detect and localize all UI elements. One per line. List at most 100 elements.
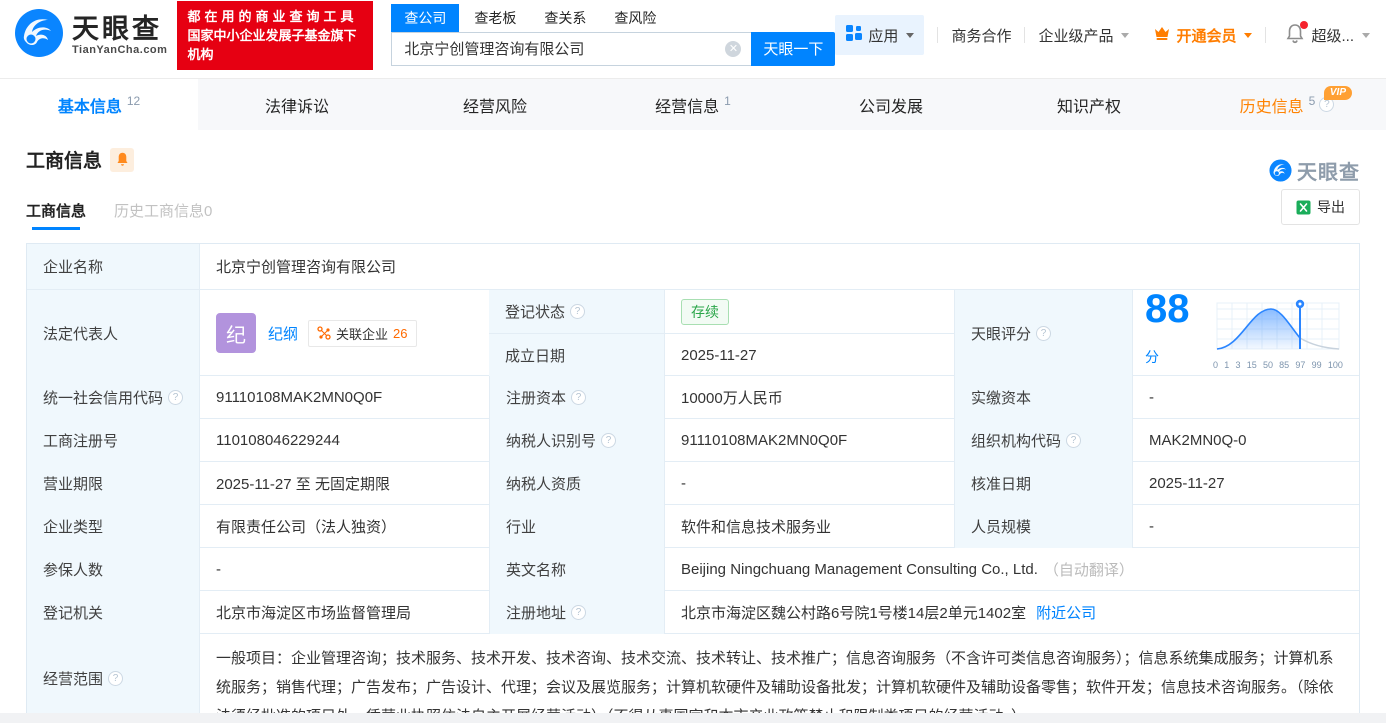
tab-intellectual-property[interactable]: 知识产权 [990,79,1188,130]
nav-account-label: 超级... [1311,27,1354,45]
subtab-business-info[interactable]: 工商信息 [26,200,86,230]
help-icon[interactable]: ? [1036,325,1052,341]
field-label: 登记机关 [27,591,199,634]
table-row: 参保人数 - 英文名称 Beijing Ningchuang Managemen… [27,547,1359,591]
tab-basic-info[interactable]: 基本信息 12 [0,79,198,130]
search-input[interactable] [391,31,752,66]
search-button[interactable]: 天眼一下 [751,31,836,66]
field-label: 注册资本 [506,390,567,407]
legal-rep-link[interactable]: 纪纲 [268,323,298,344]
slogan-banner: 都在用的商业查询工具 国家中小企业发展子基金旗下机构 [177,0,374,70]
tab-history-info[interactable]: 历史信息 5 ? VIP [1188,79,1386,130]
established-date-value: 2025-11-27 [664,334,954,377]
tianyancha-swirl-icon [1269,159,1292,182]
search-tab-boss[interactable]: 查老板 [461,4,529,32]
tab-company-development[interactable]: 公司发展 [792,79,990,130]
score-cell: 88分 0 1 3 15 50 85 97 99 100 [1132,287,1359,376]
nav-open-membership-label: 开通会员 [1176,27,1237,45]
related-companies-label: 关联企业 [336,326,389,342]
registered-address-cell: 北京市海淀区魏公村路6号院1号楼14层2单元1402室 附近公司 [664,591,1359,634]
field-label: 组织机构代码 [971,433,1062,450]
nearby-companies-link[interactable]: 附近公司 [1036,602,1096,623]
tab-legal-litigation[interactable]: 法律诉讼 [198,79,396,130]
excel-icon [1296,200,1311,214]
table-row: 登记机关 北京市海淀区市场监督管理局 注册地址 ? 北京市海淀区魏公村路6号院1… [27,590,1359,634]
tianyancha-logo[interactable]: 天眼查 TianYanCha.com [14,8,167,63]
section-title: 工商信息 [26,151,103,172]
notification-bell-icon[interactable] [1285,20,1309,48]
taxpayer-id-value: 91110108MAK2MN0Q0F [664,419,954,462]
chevron-down-icon [1362,32,1370,38]
field-label: 企业名称 [27,244,199,289]
help-icon[interactable]: ? [601,433,617,448]
tab-label: 公司发展 [858,98,923,116]
help-icon[interactable]: ? [571,390,587,405]
table-row: 营业期限 2025-11-27 至 无固定期限 纳税人资质 - 核准日期 202… [27,461,1359,505]
brand-name: 天眼查 [72,14,162,44]
tab-count: 1 [724,93,731,108]
field-label: 注册地址 [506,605,567,622]
field-label: 人员规模 [954,505,1132,548]
table-row: 经营范围 ? 一般项目：企业管理咨询；技术服务、技术开发、技术咨询、技术交流、技… [27,633,1359,723]
business-info-table: 企业名称 北京宁创管理咨询有限公司 法定代表人 纪 纪纲 关联企业 26 登记状… [26,243,1360,723]
auto-translate-note: （自动翻译） [1043,562,1134,579]
nav-apps[interactable]: 应用 [835,15,925,55]
search-tab-risk[interactable]: 查风险 [601,4,669,32]
chevron-down-icon [1244,32,1253,38]
tianyancha-swirl-icon [14,8,64,63]
subscribe-bell-icon[interactable] [110,147,135,172]
field-label: 行业 [489,505,664,548]
export-label: 导出 [1317,199,1345,215]
nav-open-membership[interactable]: 开通会员 [1153,25,1253,46]
help-icon[interactable]: ? [570,304,586,319]
help-icon[interactable]: ? [571,605,587,620]
score-value: 88分 [1145,287,1190,365]
help-icon[interactable]: ? [168,390,183,405]
help-icon[interactable]: ? [108,670,124,686]
field-label-wrap: 登记状态 ? [489,290,664,333]
search-tab-relation[interactable]: 查关系 [531,4,599,32]
uscc-value: 91110108MAK2MN0Q0F [199,376,489,419]
avatar: 纪 [216,313,256,353]
tab-operation-info[interactable]: 经营信息 1 [594,79,792,130]
business-term-value: 2025-11-27 至 无固定期限 [199,462,489,505]
field-label: 成立日期 [489,334,664,377]
search-tabs: 查公司 查老板 查关系 查风险 [391,3,835,32]
slogan-line2: 国家中小企业发展子基金旗下机构 [187,27,357,62]
nav-enterprise[interactable]: 企业级产品 [1038,25,1130,46]
export-button[interactable]: 导出 [1281,189,1360,225]
tab-label: 知识产权 [1056,98,1121,116]
approval-date-value: 2025-11-27 [1132,462,1359,505]
nav-enterprise-label: 企业级产品 [1038,27,1114,45]
tab-count: 12 [126,93,141,108]
status-badge: 存续 [681,298,729,325]
related-companies-badge[interactable]: 关联企业 26 [308,319,417,347]
watermark-text: 天眼查 [1297,162,1360,184]
field-label-wrap: 统一社会信用代码 ? [27,376,199,419]
brand-domain: TianYanCha.com [72,44,168,56]
org-code-value: MAK2MN0Q-0 [1132,419,1359,462]
nav-cooperation[interactable]: 商务合作 [951,25,1011,46]
tab-label: 历史信息 [1239,98,1304,116]
tab-label: 经营信息 [655,98,720,116]
nav-account[interactable]: 超级... [1311,25,1370,46]
insured-count-value: - [199,548,489,591]
field-label-wrap: 注册地址 ? [489,591,664,634]
tab-operation-risk[interactable]: 经营风险 [396,79,594,130]
field-label: 法定代表人 [27,290,199,376]
registered-capital-value: 10000万人民币 [664,376,954,419]
clear-search-icon[interactable]: ✕ [725,40,742,57]
watermark-logo: 天眼查 [1269,156,1360,185]
chevron-down-icon [906,32,915,38]
field-label-wrap: 经营范围 ? [27,634,199,722]
help-icon[interactable]: ? [1066,433,1082,448]
field-label: 营业期限 [27,462,199,505]
field-label-wrap: 纳税人识别号 ? [489,419,664,462]
field-label-wrap: 组织机构代码 ? [954,419,1132,462]
divider [1265,27,1267,43]
search-tab-company[interactable]: 查公司 [391,3,460,32]
header-nav: 应用 商务合作 企业级产品 开通会员 超级... [835,15,1386,55]
table-row: 统一社会信用代码 ? 91110108MAK2MN0Q0F 注册资本 ? 100… [27,375,1359,419]
subtab-history-business-info[interactable]: 历史工商信息0 [114,200,212,221]
field-label: 统一社会信用代码 [43,390,164,407]
